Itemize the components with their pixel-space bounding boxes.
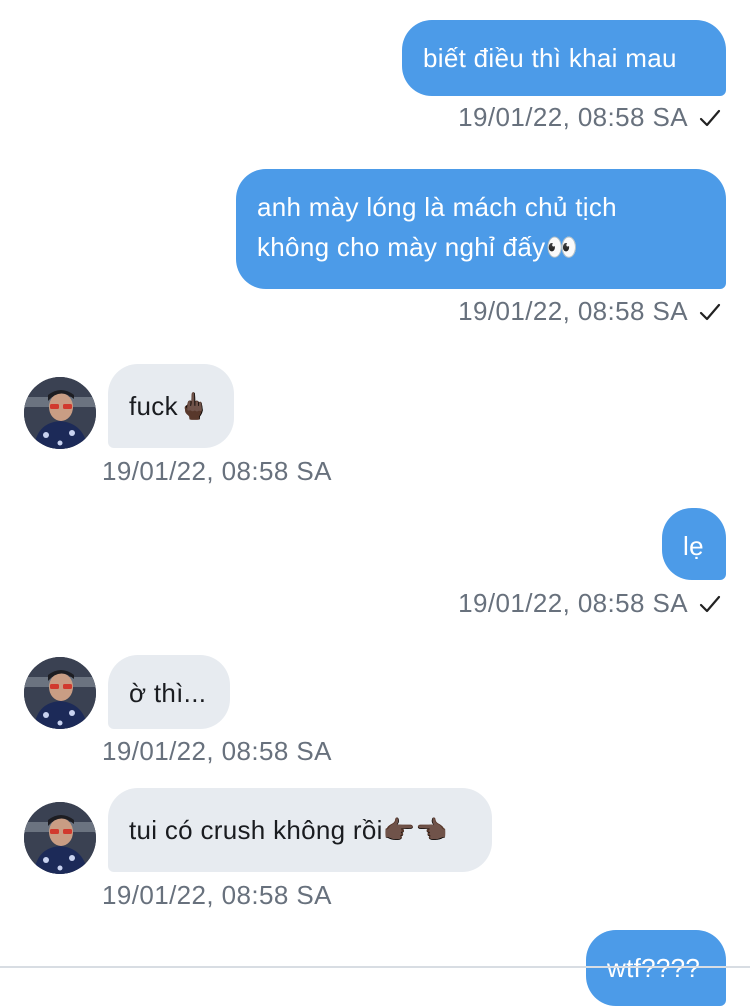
timestamp-text: 19/01/22, 08:58 SA (458, 296, 688, 326)
message-timestamp: 19/01/22, 08:58 SA (458, 296, 722, 327)
timestamp-text: 19/01/22, 08:58 SA (458, 102, 688, 132)
contact-avatar[interactable] (24, 802, 96, 874)
message-timestamp: 19/01/22, 08:58 SA (102, 456, 332, 486)
message-bubble-incoming[interactable]: tui có crush không rồi👉🏿👈🏿 (108, 788, 492, 872)
message-bubble-incoming[interactable]: fuck🖕🏿 (108, 364, 234, 448)
message-timestamp: 19/01/22, 08:58 SA (102, 736, 332, 766)
avatar-image (24, 657, 96, 729)
message-bubble-outgoing[interactable]: biết điều thì khai mau (402, 20, 726, 96)
message-timestamp: 19/01/22, 08:58 SA (458, 102, 722, 133)
contact-avatar[interactable] (24, 657, 96, 729)
message-bubble-incoming[interactable]: ờ thì... (108, 655, 230, 729)
check-icon (699, 595, 721, 612)
avatar-image (24, 802, 96, 874)
timestamp-text: 19/01/22, 08:58 SA (458, 588, 688, 618)
message-bubble-outgoing[interactable]: lẹ (662, 508, 726, 580)
check-icon (699, 109, 721, 126)
check-icon (699, 303, 721, 320)
contact-avatar[interactable] (24, 377, 96, 449)
message-bubble-outgoing[interactable]: anh mày lóng là mách chủ tịch không cho … (236, 169, 726, 289)
avatar-image (24, 377, 96, 449)
message-timestamp: 19/01/22, 08:58 SA (458, 588, 722, 619)
message-bubble-outgoing[interactable]: wtf???? (586, 930, 726, 1006)
message-timestamp: 19/01/22, 08:58 SA (102, 880, 332, 910)
